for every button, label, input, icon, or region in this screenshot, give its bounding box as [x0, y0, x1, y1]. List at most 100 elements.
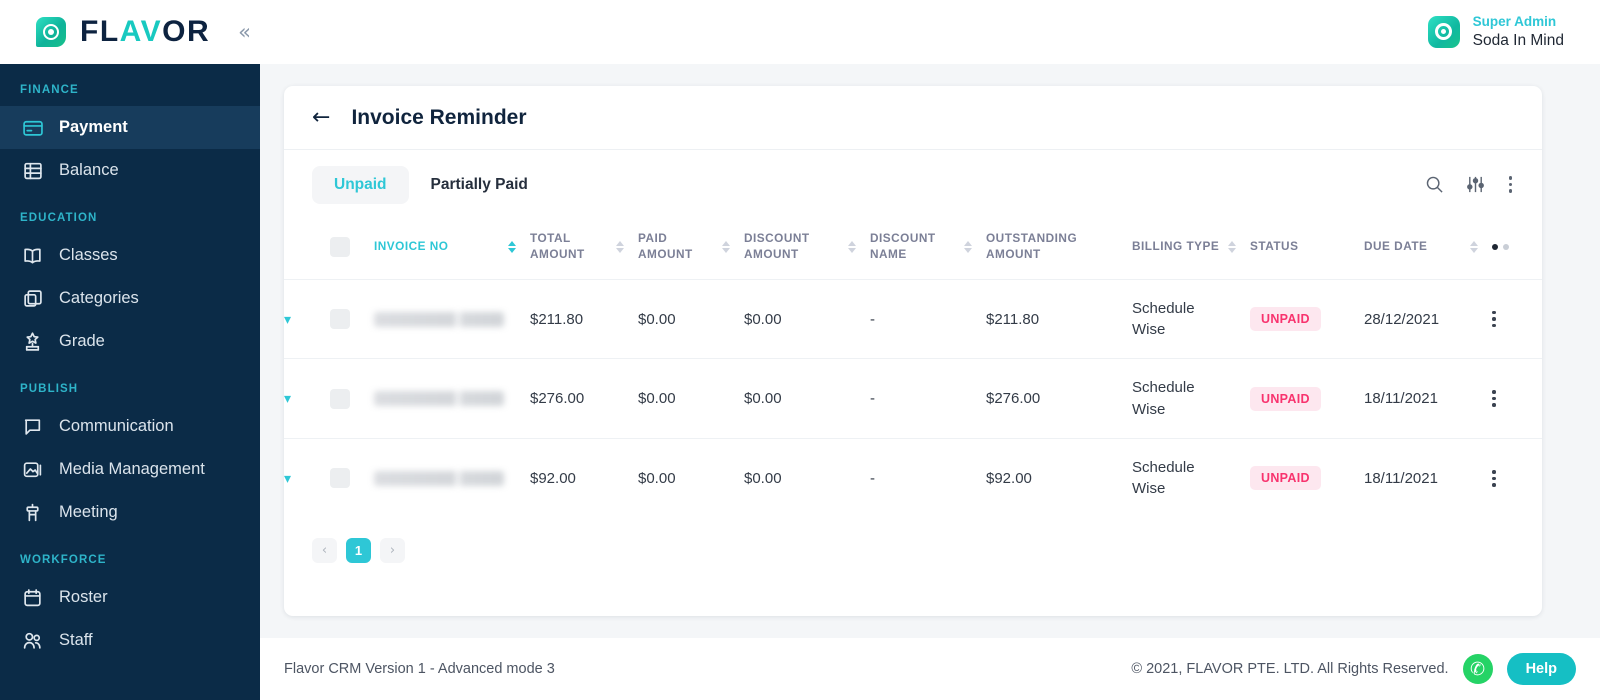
- chevron-down-icon[interactable]: ▾: [284, 312, 291, 328]
- tab-partially-paid[interactable]: Partially Paid: [409, 166, 550, 204]
- sidebar-item-balance[interactable]: Balance: [0, 149, 260, 192]
- sidebar-item-staff[interactable]: Staff: [0, 619, 260, 662]
- wordmark-part-1: FL: [80, 15, 120, 48]
- sidebar-item-categories[interactable]: Categories: [0, 277, 260, 320]
- cell-invoice-no: [374, 438, 530, 518]
- row-select-cell: [330, 278, 374, 359]
- column-header-total-amount[interactable]: TOTAL AMOUNT: [530, 219, 638, 279]
- image-stack-icon: [22, 459, 43, 480]
- table-header-row: INVOICE NO TOTAL AMOUNT PAID AMOUNT DISC…: [284, 219, 1542, 279]
- cell-actions: [1492, 278, 1542, 359]
- whatsapp-icon[interactable]: ✆: [1462, 654, 1493, 684]
- column-header-billing-type[interactable]: BILLING TYPE: [1132, 219, 1250, 279]
- column-header-outstanding-amount: OUTSTANDING AMOUNT: [986, 219, 1132, 279]
- cell-status: UNPAID: [1250, 278, 1364, 359]
- redacted-invoice-no: [374, 391, 504, 407]
- sidebar-collapse-icon[interactable]: «: [238, 20, 251, 44]
- sidebar-item-payment[interactable]: Payment: [0, 106, 260, 149]
- column-header-due-date[interactable]: DUE DATE: [1364, 219, 1492, 279]
- row-more-vertical-icon[interactable]: [1492, 310, 1542, 328]
- redacted-invoice-no: [374, 470, 504, 486]
- column-header-discount-amount[interactable]: DISCOUNT AMOUNT: [744, 219, 870, 279]
- chevron-down-icon[interactable]: ▾: [284, 391, 291, 407]
- brand: FLAVOR «: [0, 17, 251, 47]
- sidebar: FINANCE Payment Balance EDUCATION Classes Cat…: [0, 64, 260, 700]
- sidebar-item-label: Communication: [59, 417, 174, 435]
- row-more-vertical-icon[interactable]: [1492, 390, 1542, 407]
- user-menu[interactable]: Super Admin Soda In Mind: [1427, 13, 1600, 51]
- status-badge: UNPAID: [1250, 386, 1321, 411]
- sidebar-item-grade[interactable]: Grade: [0, 320, 260, 363]
- column-header-actions: [1492, 219, 1542, 279]
- sort-toggle[interactable]: [964, 240, 972, 253]
- row-checkbox[interactable]: [330, 388, 350, 409]
- cell-invoice-no: [374, 358, 530, 439]
- cell-status: UNPAID: [1250, 438, 1364, 518]
- select-all-checkbox[interactable]: [330, 236, 350, 257]
- footer-right: © 2021, FLAVOR PTE. LTD. All Rights Rese…: [1131, 653, 1576, 685]
- cell-discount-name: -: [870, 278, 986, 359]
- table-row[interactable]: ▾ $276.00 $0.00 $0.00- $276.00 Schedule Wise U…: [284, 358, 1542, 439]
- sidebar-item-label: Categories: [59, 289, 139, 307]
- sidebar-item-meeting[interactable]: Meeting: [0, 491, 260, 534]
- cell-outstanding-amount: $211.80: [986, 278, 1132, 359]
- pagination: ‹ 1 ›: [284, 518, 1542, 563]
- filter-sliders-icon[interactable]: [1466, 175, 1485, 194]
- tab-unpaid[interactable]: Unpaid: [312, 165, 409, 204]
- cell-outstanding-amount: $276.00: [986, 358, 1132, 439]
- hierarchy-icon: [22, 331, 43, 352]
- column-header-paid-amount[interactable]: PAID AMOUNT: [638, 219, 744, 279]
- cell-discount-amount: $0.00: [744, 438, 870, 518]
- sidebar-item-label: Roster: [59, 588, 108, 606]
- row-expand-cell: ▾: [284, 278, 330, 359]
- sidebar-item-communication[interactable]: Communication: [0, 405, 260, 448]
- sort-toggle[interactable]: [508, 240, 516, 253]
- cell-discount-name: -: [870, 358, 986, 439]
- cell-actions: [1492, 358, 1542, 439]
- boxes-icon: [22, 288, 43, 309]
- pagination-page-1[interactable]: 1: [346, 537, 371, 563]
- footer: Flavor CRM Version 1 - Advanced mode 3 ©…: [260, 638, 1600, 700]
- table-row[interactable]: ▾ $92.00 $0.00 $0.00- $92.00 Schedule Wise UNP…: [284, 438, 1542, 518]
- more-vertical-icon[interactable]: [1507, 174, 1515, 195]
- row-checkbox[interactable]: [330, 309, 350, 330]
- sort-toggle[interactable]: [616, 240, 624, 253]
- column-label: INVOICE NO: [374, 238, 449, 253]
- column-label: DUE DATE: [1364, 238, 1428, 253]
- sidebar-item-label: Meeting: [59, 503, 118, 521]
- column-label: BILLING TYPE: [1132, 238, 1220, 253]
- sidebar-section-finance: FINANCE: [20, 84, 79, 96]
- sort-toggle[interactable]: [848, 240, 856, 253]
- bank-ledger-icon: [22, 160, 43, 181]
- brand-wordmark: FLAVOR: [80, 17, 210, 47]
- chevron-down-icon[interactable]: ▾: [284, 471, 291, 487]
- cell-discount-amount: $0.00: [744, 358, 870, 439]
- user-name: Soda In Mind: [1472, 32, 1564, 50]
- people-icon: [22, 630, 43, 651]
- open-book-icon: [22, 245, 43, 266]
- back-button[interactable]: ←: [312, 106, 330, 129]
- row-checkbox[interactable]: [330, 468, 350, 489]
- row-more-vertical-icon[interactable]: [1492, 470, 1542, 487]
- column-label: PAID AMOUNT: [638, 231, 693, 261]
- help-button[interactable]: Help: [1506, 653, 1576, 685]
- sort-toggle[interactable]: [1470, 240, 1478, 253]
- sidebar-item-label: Grade: [59, 332, 105, 350]
- invoice-card: ← Invoice Reminder Unpaid Partially Paid: [284, 86, 1542, 616]
- sort-toggle[interactable]: [1228, 240, 1236, 253]
- pagination-prev-button[interactable]: ‹: [312, 537, 337, 563]
- column-header-invoice-no[interactable]: INVOICE NO: [374, 219, 530, 279]
- wordmark-part-2: AV: [119, 15, 163, 48]
- sort-toggle[interactable]: [722, 240, 730, 253]
- sidebar-item-roster[interactable]: Roster: [0, 576, 260, 619]
- search-icon[interactable]: [1425, 175, 1444, 194]
- flavor-logo-icon: [36, 17, 66, 47]
- sidebar-item-media-management[interactable]: Media Management: [0, 448, 260, 491]
- invoice-table: INVOICE NO TOTAL AMOUNT PAID AMOUNT DISC…: [284, 219, 1542, 518]
- row-select-cell: [330, 358, 374, 439]
- sidebar-item-label: Balance: [59, 161, 119, 179]
- table-row[interactable]: ▾ $211.80 $0.00 $0.00- $211.80 Schedule Wise U…: [284, 278, 1542, 359]
- sidebar-item-classes[interactable]: Classes: [0, 234, 260, 277]
- column-header-discount-name[interactable]: DISCOUNT NAME: [870, 219, 986, 279]
- pagination-next-button[interactable]: ›: [380, 537, 405, 563]
